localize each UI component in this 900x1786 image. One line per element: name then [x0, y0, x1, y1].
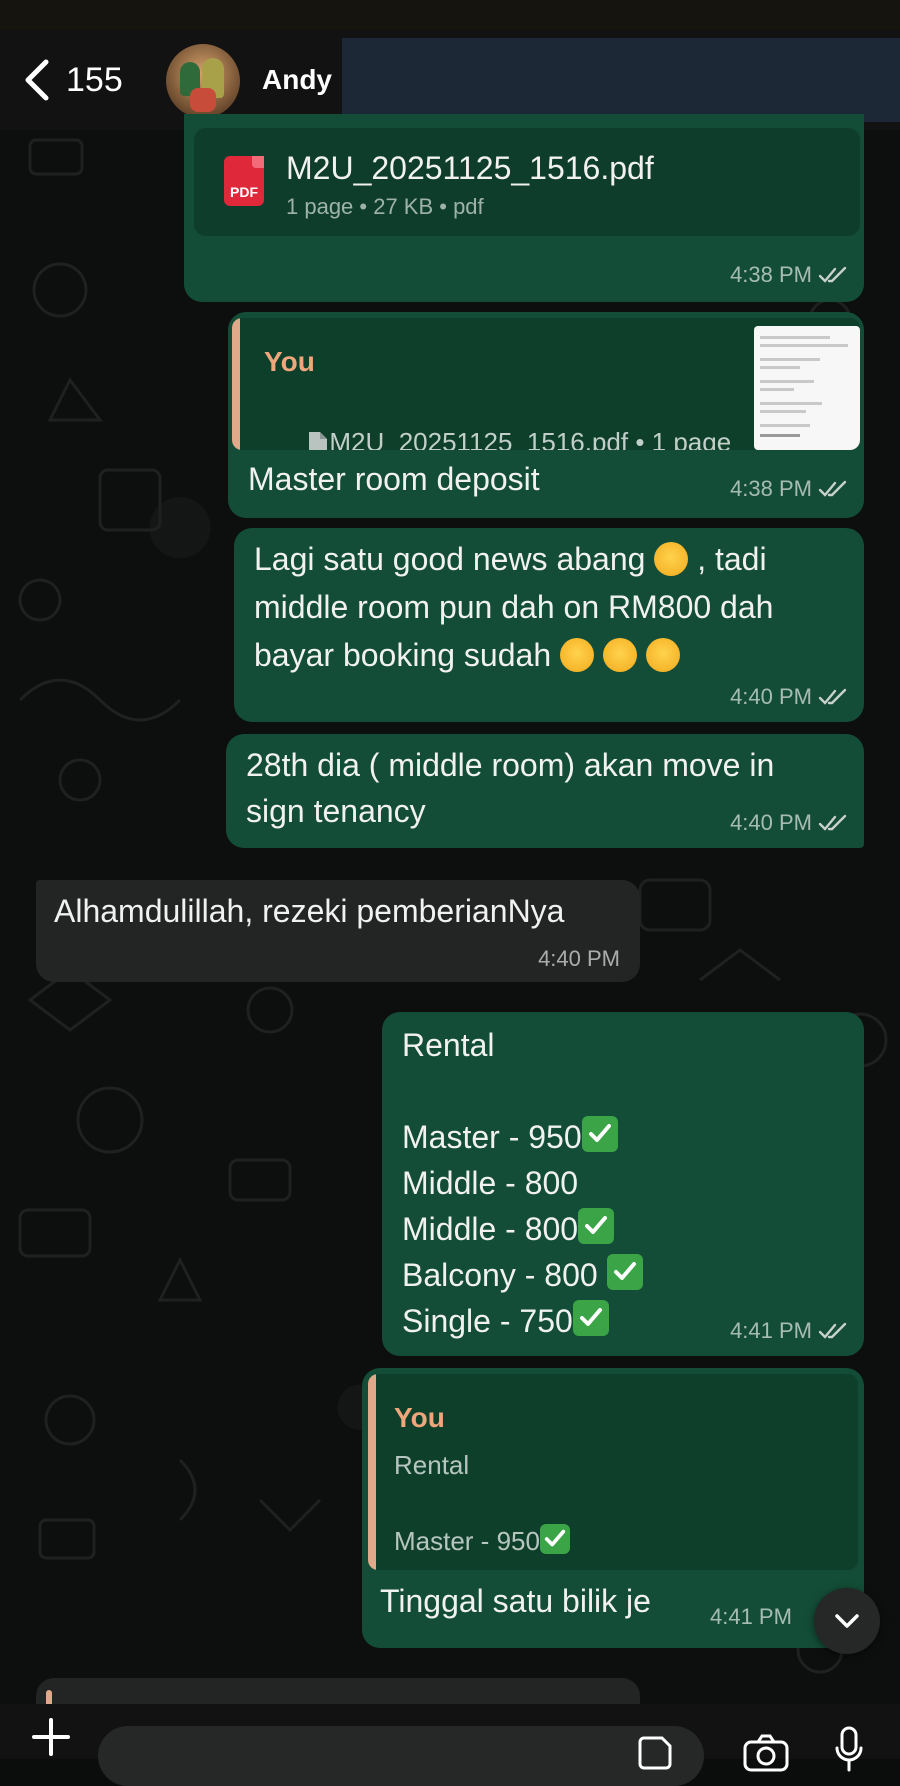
message-text: Tinggal satu bilik je: [380, 1583, 651, 1619]
quote-author: You: [264, 346, 315, 377]
message-text-line: 28th dia ( middle room) akan move in: [246, 747, 775, 783]
message-time: 4:38 PM: [730, 262, 848, 288]
message-time: 4:40 PM: [538, 946, 620, 971]
camera-icon[interactable]: [742, 1732, 790, 1772]
list-item: Master - 950: [402, 1114, 618, 1160]
read-ticks-icon: [818, 266, 847, 283]
message-text-line: Lagi satu good news abang , tadi: [254, 541, 767, 577]
list-item: Middle - 800: [402, 1165, 579, 1201]
message-bubble-text[interactable]: Lagi satu good news abang , tadi middle …: [234, 528, 864, 722]
document-thumbnail: [754, 326, 860, 450]
quote-text: Rental: [394, 1450, 470, 1480]
check-mark-icon: [578, 1208, 615, 1244]
partying-face-emoji: [645, 638, 680, 672]
quote-accent-bar: [232, 318, 240, 450]
scroll-to-bottom-button[interactable]: [814, 1588, 880, 1654]
message-bubble-document[interactable]: PDF M2U_20251125_1516.pdf 1 page • 27 KB…: [184, 114, 864, 302]
quote-text: M2U_20251125_1516.pdf • 1 page: [264, 396, 731, 450]
read-ticks-icon: [818, 1322, 847, 1339]
sticker-icon[interactable]: [636, 1732, 676, 1772]
quoted-message[interactable]: You Rental Master - 950: [368, 1374, 858, 1570]
quote-text: Master - 950: [394, 1524, 570, 1557]
quoted-message[interactable]: You M2U_20251125_1516.pdf • 1 page: [232, 318, 860, 450]
contact-name[interactable]: Andy: [262, 64, 332, 96]
read-ticks-icon: [818, 814, 847, 831]
message-time: 4:38 PM: [730, 476, 848, 502]
plus-icon[interactable]: [28, 1714, 74, 1760]
read-ticks-icon: [818, 480, 847, 497]
quote-author: You: [394, 1402, 445, 1433]
quote-accent-bar: [368, 1374, 376, 1570]
list-title: Rental: [402, 1027, 495, 1063]
check-mark-icon: [539, 1524, 570, 1554]
microphone-icon[interactable]: [834, 1726, 864, 1772]
avatar[interactable]: [166, 44, 240, 118]
partying-face-emoji: [602, 638, 637, 672]
message-bubble-incoming[interactable]: Alhamdulillah, rezeki pemberianNya 4:40 …: [36, 880, 640, 982]
document-meta: 1 page • 27 KB • pdf: [286, 194, 484, 219]
message-time: 4:40 PM: [730, 684, 848, 710]
composer-bar: [0, 1704, 900, 1786]
back-button[interactable]: 155: [22, 52, 123, 108]
check-mark-icon: [606, 1254, 643, 1290]
partying-face-emoji: [560, 638, 594, 672]
message-bubble-list[interactable]: Rental Master - 950 Middle - 800 Middle …: [382, 1012, 864, 1356]
list-item: Middle - 800: [402, 1206, 615, 1252]
message-bubble-text[interactable]: 28th dia ( middle room) akan move in sig…: [226, 734, 864, 848]
smiling-face-emoji: [654, 542, 689, 576]
list-item: Single - 750: [402, 1298, 609, 1344]
message-bubble-reply[interactable]: You Rental Master - 950 Tinggal satu bil…: [362, 1368, 864, 1648]
message-time: 4:40 PM: [730, 810, 848, 836]
file-icon: [309, 432, 328, 450]
message-input[interactable]: [98, 1726, 704, 1786]
read-ticks-icon: [818, 688, 847, 705]
redacted-area: [342, 38, 900, 122]
list-item: Balcony - 800: [402, 1252, 643, 1298]
chevron-left-icon: [25, 59, 49, 101]
message-text: Alhamdulillah, rezeki pemberianNya: [54, 893, 565, 929]
message-text-line: bayar booking sudah: [254, 632, 680, 678]
message-time: 4:41 PM: [710, 1604, 792, 1629]
message-text: Master room deposit: [248, 461, 540, 497]
message-bubble-reply[interactable]: You M2U_20251125_1516.pdf • 1 page Maste…: [228, 312, 864, 518]
status-bar: [0, 0, 900, 30]
document-card[interactable]: PDF M2U_20251125_1516.pdf 1 page • 27 KB…: [194, 128, 860, 236]
document-file-name: M2U_20251125_1516.pdf: [286, 150, 654, 186]
chevron-down-icon: [835, 1614, 859, 1628]
check-mark-icon: [572, 1300, 609, 1336]
check-mark-icon: [581, 1116, 618, 1152]
unread-count: 155: [66, 60, 123, 99]
pdf-file-icon: PDF: [224, 156, 264, 206]
message-text-line: sign tenancy: [246, 793, 426, 829]
message-text-line: middle room pun dah on RM800 dah: [254, 589, 774, 625]
message-time: 4:41 PM: [730, 1318, 848, 1344]
